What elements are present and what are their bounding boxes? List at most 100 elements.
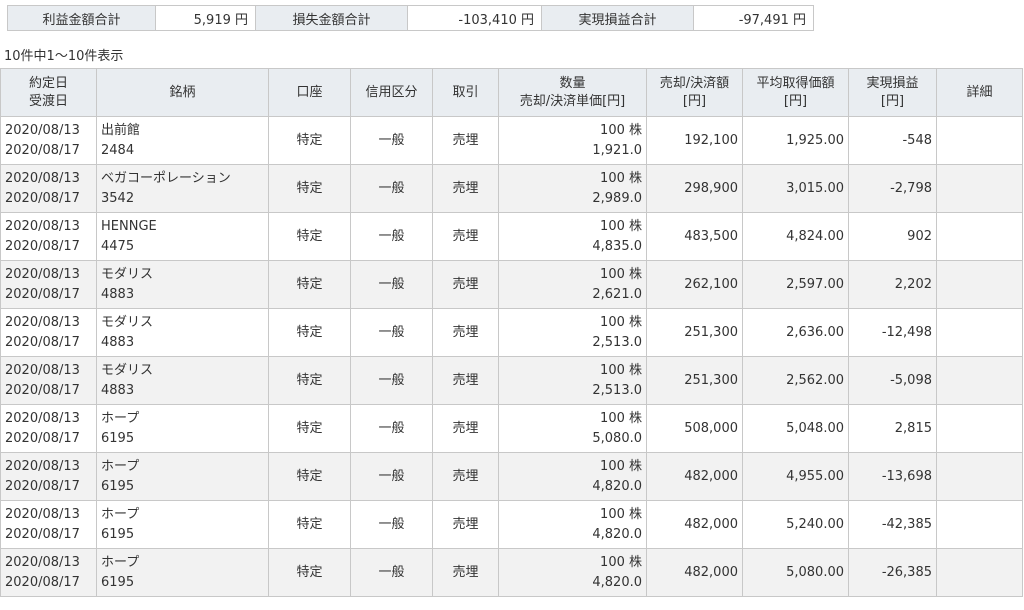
- detail-cell[interactable]: [936, 452, 1023, 501]
- header-qty-line1: 数量: [559, 75, 586, 91]
- stock-name[interactable]: 出前館: [101, 121, 264, 141]
- header-avg-line2: [円]: [783, 93, 808, 109]
- quantity: 100 株: [600, 554, 642, 570]
- stock-name[interactable]: モダリス: [101, 313, 264, 333]
- header-detail: 詳細: [936, 68, 1023, 117]
- avg-cost: 3,015.00: [742, 164, 849, 213]
- table-row: 2020/08/13 2020/08/17 ホープ 6195 特定 一般 売埋 …: [0, 500, 1023, 549]
- sale-amount: 482,000: [646, 452, 743, 501]
- detail-cell[interactable]: [936, 260, 1023, 309]
- stock-code: 4883: [101, 286, 135, 302]
- realized-pnl: 902: [848, 212, 937, 261]
- date-cell: 2020/08/13 2020/08/17: [0, 356, 97, 405]
- unit-price: 5,080.0: [592, 430, 642, 446]
- avg-cost: 2,597.00: [742, 260, 849, 309]
- quantity-cell: 100 株 2,989.0: [498, 164, 647, 213]
- table-row: 2020/08/13 2020/08/17 ホープ 6195 特定 一般 売埋 …: [0, 452, 1023, 501]
- sale-amount: 251,300: [646, 308, 743, 357]
- settle-date: 2020/08/17: [5, 142, 80, 158]
- stock-name[interactable]: ホープ: [101, 457, 264, 477]
- result-count: 10件中1～10件表示: [4, 49, 124, 64]
- realized-total-value: -97,491 円: [693, 5, 814, 31]
- header-amount: 売却/決済額 [円]: [646, 68, 743, 117]
- unit-price: 4,820.0: [592, 574, 642, 590]
- header-dates: 約定日 受渡日: [0, 68, 97, 117]
- trade-type: 売埋: [432, 212, 499, 261]
- unit-price: 4,820.0: [592, 526, 642, 542]
- quantity-cell: 100 株 5,080.0: [498, 404, 647, 453]
- header-amount-line1: 売却/決済額: [659, 75, 730, 91]
- account-type: 特定: [268, 500, 351, 549]
- stock-name[interactable]: ホープ: [101, 553, 264, 573]
- stock-code: 4883: [101, 382, 135, 398]
- trade-date: 2020/08/13: [5, 266, 80, 282]
- settle-date: 2020/08/17: [5, 190, 80, 206]
- stock-name[interactable]: ホープ: [101, 505, 264, 525]
- stock-cell: モダリス 4883: [96, 308, 269, 357]
- detail-cell[interactable]: [936, 308, 1023, 357]
- unit-price: 1,921.0: [592, 142, 642, 158]
- detail-cell[interactable]: [936, 116, 1023, 165]
- quantity: 100 株: [600, 170, 642, 186]
- trade-type: 売埋: [432, 116, 499, 165]
- avg-cost: 5,048.00: [742, 404, 849, 453]
- detail-cell[interactable]: [936, 548, 1023, 597]
- stock-code: 6195: [101, 430, 135, 446]
- header-pnl-line2: [円]: [880, 93, 905, 109]
- realized-pnl: 2,815: [848, 404, 937, 453]
- detail-cell[interactable]: [936, 500, 1023, 549]
- stock-code: 2484: [101, 142, 135, 158]
- table-row: 2020/08/13 2020/08/17 出前館 2484 特定 一般 売埋 …: [0, 116, 1023, 165]
- stock-name[interactable]: ベガコーポレーション: [101, 169, 264, 189]
- unit-price: 2,621.0: [592, 286, 642, 302]
- stock-name[interactable]: HENNGE: [101, 217, 264, 237]
- unit-price: 4,820.0: [592, 478, 642, 494]
- trade-type: 売埋: [432, 308, 499, 357]
- trade-date: 2020/08/13: [5, 170, 80, 186]
- stock-name[interactable]: モダリス: [101, 361, 264, 381]
- stock-name[interactable]: ホープ: [101, 409, 264, 429]
- date-cell: 2020/08/13 2020/08/17: [0, 548, 97, 597]
- table-header-row: 約定日 受渡日 銘柄 口座 信用区分 取引 数量 売却/決済単価[円] 売却/決…: [0, 68, 1023, 117]
- quantity-cell: 100 株 2,513.0: [498, 356, 647, 405]
- credit-type: 一般: [350, 116, 433, 165]
- table-row: 2020/08/13 2020/08/17 ホープ 6195 特定 一般 売埋 …: [0, 404, 1023, 453]
- account-type: 特定: [268, 260, 351, 309]
- settle-date: 2020/08/17: [5, 574, 80, 590]
- stock-cell: ホープ 6195: [96, 548, 269, 597]
- trade-date: 2020/08/13: [5, 362, 80, 378]
- header-avg-cost: 平均取得価額 [円]: [742, 68, 849, 117]
- header-amount-line2: [円]: [682, 93, 707, 109]
- detail-cell[interactable]: [936, 212, 1023, 261]
- stock-code: 6195: [101, 478, 135, 494]
- avg-cost: 5,240.00: [742, 500, 849, 549]
- sale-amount: 251,300: [646, 356, 743, 405]
- credit-type: 一般: [350, 164, 433, 213]
- realized-pnl: -13,698: [848, 452, 937, 501]
- quantity: 100 株: [600, 506, 642, 522]
- account-type: 特定: [268, 452, 351, 501]
- credit-type: 一般: [350, 212, 433, 261]
- avg-cost: 2,562.00: [742, 356, 849, 405]
- trade-date: 2020/08/13: [5, 506, 80, 522]
- detail-cell[interactable]: [936, 404, 1023, 453]
- date-cell: 2020/08/13 2020/08/17: [0, 212, 97, 261]
- date-cell: 2020/08/13 2020/08/17: [0, 404, 97, 453]
- trade-type: 売埋: [432, 548, 499, 597]
- account-type: 特定: [268, 116, 351, 165]
- stock-name[interactable]: モダリス: [101, 265, 264, 285]
- unit-price: 2,989.0: [592, 190, 642, 206]
- trade-type: 売埋: [432, 356, 499, 405]
- avg-cost: 4,824.00: [742, 212, 849, 261]
- detail-cell[interactable]: [936, 164, 1023, 213]
- trade-type: 売埋: [432, 452, 499, 501]
- quantity-cell: 100 株 1,921.0: [498, 116, 647, 165]
- sale-amount: 482,000: [646, 548, 743, 597]
- trade-date: 2020/08/13: [5, 122, 80, 138]
- header-pnl: 実現損益 [円]: [848, 68, 937, 117]
- trade-type: 売埋: [432, 500, 499, 549]
- stock-cell: ホープ 6195: [96, 452, 269, 501]
- detail-cell[interactable]: [936, 356, 1023, 405]
- stock-cell: ホープ 6195: [96, 404, 269, 453]
- realized-pnl: -548: [848, 116, 937, 165]
